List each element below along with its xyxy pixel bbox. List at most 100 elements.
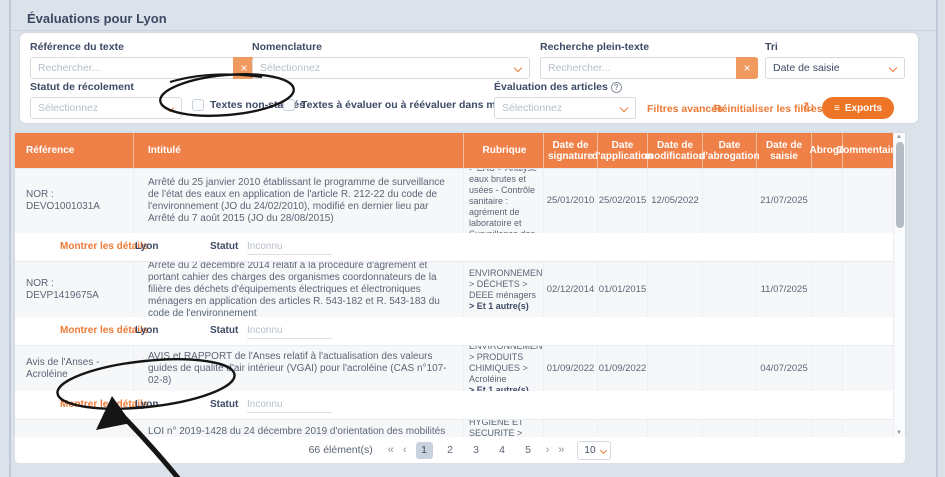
scroll-up-icon[interactable]: ▲ [896,134,902,140]
cell-commentaire [842,420,893,437]
reference-filter-input[interactable] [30,57,233,79]
checkbox-icon[interactable] [192,99,204,111]
chevron-down-icon [600,446,607,453]
fulltext-clear-button[interactable]: × [736,57,758,79]
cell-date-saisie: 11/07/2025 [756,262,811,317]
statut-label: Statut [210,325,238,336]
cell-reference: NOR : DEVO1001031A [15,169,133,233]
last-page-button[interactable]: » [558,444,564,456]
page-button-1[interactable]: 1 [416,442,433,459]
clear-icon: × [743,61,750,75]
evaluation-articles-select[interactable]: Sélectionnez [494,97,636,119]
page-button-5[interactable]: 5 [520,442,537,459]
cell-reference: NOR : TRET1821032L [15,420,133,437]
vertical-scrollbar[interactable]: ▲ ▼ [893,133,905,437]
tri-filter-label: Tri [765,41,905,53]
cell-date-application: 01/01/2020 [597,420,647,437]
cell-date-saisie: 21/07/2025 [756,169,811,233]
cell-abroge [811,262,842,317]
col-date-modification[interactable]: Date de modification [647,133,702,168]
page-left-edge [9,0,11,477]
results-table: Référence Intitulé Rubrique Date de sign… [15,133,905,437]
cell-abroge [811,169,842,233]
cell-abroge [811,346,842,391]
cell-intitule: LOI n° 2019-1428 du 24 décembre 2019 d'o… [133,420,463,437]
cell-date-modification [647,420,702,437]
table-row: NOR : TRET1821032L LOI n° 2019-1428 du 2… [15,419,905,437]
fulltext-filter-label: Recherche plein-texte [540,41,758,53]
cell-date-abrogation [702,262,756,317]
chevron-down-icon [620,104,628,112]
tri-select[interactable]: Date de saisie [765,57,905,79]
cell-date-abrogation [702,169,756,233]
cell-date-signature: 25/01/2010 [543,169,597,233]
scrollbar-thumb[interactable] [896,142,904,228]
cell-date-application: 01/01/2015 [597,262,647,317]
cell-commentaire [842,169,893,233]
menu-icon: ≡ [834,103,840,114]
filters-panel: Référence du texte × Nomenclature Sélect… [20,33,918,123]
statut-input[interactable]: Inconnu [247,399,332,413]
rubrique-more-link[interactable]: > Et 1 autre(s) [469,301,529,312]
statut-input[interactable]: Inconnu [247,241,332,255]
chevron-down-icon [889,64,897,72]
page-button-2[interactable]: 2 [442,442,459,459]
col-date-abrogation[interactable]: Date d'abrogation [702,133,756,168]
refresh-icon[interactable]: ↻ [803,99,815,116]
items-count: 66 élément(s) [309,444,373,456]
scroll-down-icon[interactable]: ▼ [896,430,902,436]
evaluation-articles-label: Évaluation des articles ? [494,81,636,93]
statut-recolement-label: Statut de récolement [30,81,182,93]
next-page-button[interactable]: › [546,444,550,456]
cell-date-signature: 01/09/2022 [543,346,597,391]
table-row: Avis de l'Anses - Acroléine AVIS et RAPP… [15,345,905,391]
chevron-down-icon [166,104,174,112]
table-row-details: Montrer les détails Lyon Statut Inconnu [15,233,905,261]
help-icon[interactable]: ? [611,82,622,93]
col-date-saisie[interactable]: Date de saisie [756,133,811,168]
col-rubrique[interactable]: Rubrique [463,133,543,168]
page-title: Évaluations pour Lyon [27,11,167,26]
col-commentaire[interactable]: Commentaire [842,133,893,168]
exports-button[interactable]: ≡ Exports [822,97,894,119]
col-date-application[interactable]: Date d'application [597,133,647,168]
site-label: Lyon [135,399,159,410]
checkbox-icon[interactable] [283,99,295,111]
cell-date-modification [647,262,702,317]
first-page-button[interactable]: « [388,444,394,456]
table-row-details: Montrer les détails Lyon Statut Inconnu [15,317,905,345]
cell-intitule: Arrêté du 25 janvier 2010 établissant le… [133,169,463,233]
col-reference[interactable]: Référence [15,133,133,168]
prev-page-button[interactable]: ‹ [403,444,407,456]
filtres-avances-link[interactable]: Filtres avancés [647,103,723,115]
col-date-signature[interactable]: Date de signature [543,133,597,168]
page-right-edge [936,0,938,477]
statut-recolement-select[interactable]: Sélectionnez [30,97,182,119]
statut-input[interactable]: Inconnu [247,325,332,339]
cell-rubrique: HYGIENE ET SECURITE > ACCIDENT DU TRAVAI… [463,420,543,437]
page-button-4[interactable]: 4 [494,442,511,459]
pagination-bar: 66 élément(s) « ‹ 1 2 3 4 5 › » 10 [15,437,905,463]
col-intitule[interactable]: Intitulé [133,133,463,168]
cell-date-application: 25/02/2015 [597,169,647,233]
cell-reference: Avis de l'Anses - Acroléine [15,346,133,391]
table-row: NOR : DEVP1419675A Arrêté du 2 décembre … [15,261,905,317]
cell-rubrique: ENVIRONNEMENT > DÉCHETS > DEEE ménagers … [463,262,543,317]
page-button-3[interactable]: 3 [468,442,485,459]
page-size-select[interactable]: 10 [577,441,611,460]
cell-date-modification [647,346,702,391]
cell-rubrique: ENVIRONNEMENT > EAU > Analyse eaux brute… [463,169,543,233]
cell-date-saisie: 01/07/2025 [756,420,811,437]
cell-reference: NOR : DEVP1419675A [15,262,133,317]
clear-icon: × [240,61,247,75]
cell-intitule: AVIS et RAPPORT de l'Anses relatif à l'a… [133,346,463,391]
nomenclature-select[interactable]: Sélectionnez [252,57,530,79]
cell-date-modification: 12/05/2022 [647,169,702,233]
cell-commentaire [842,346,893,391]
site-label: Lyon [135,325,159,336]
fulltext-filter-input[interactable] [540,57,736,79]
cell-rubrique: ENVIRONNEMENT > PRODUITS CHIMIQUES > Acr… [463,346,543,391]
cell-date-application: 01/09/2022 [597,346,647,391]
statut-label: Statut [210,399,238,410]
reference-filter-label: Référence du texte [30,41,255,53]
